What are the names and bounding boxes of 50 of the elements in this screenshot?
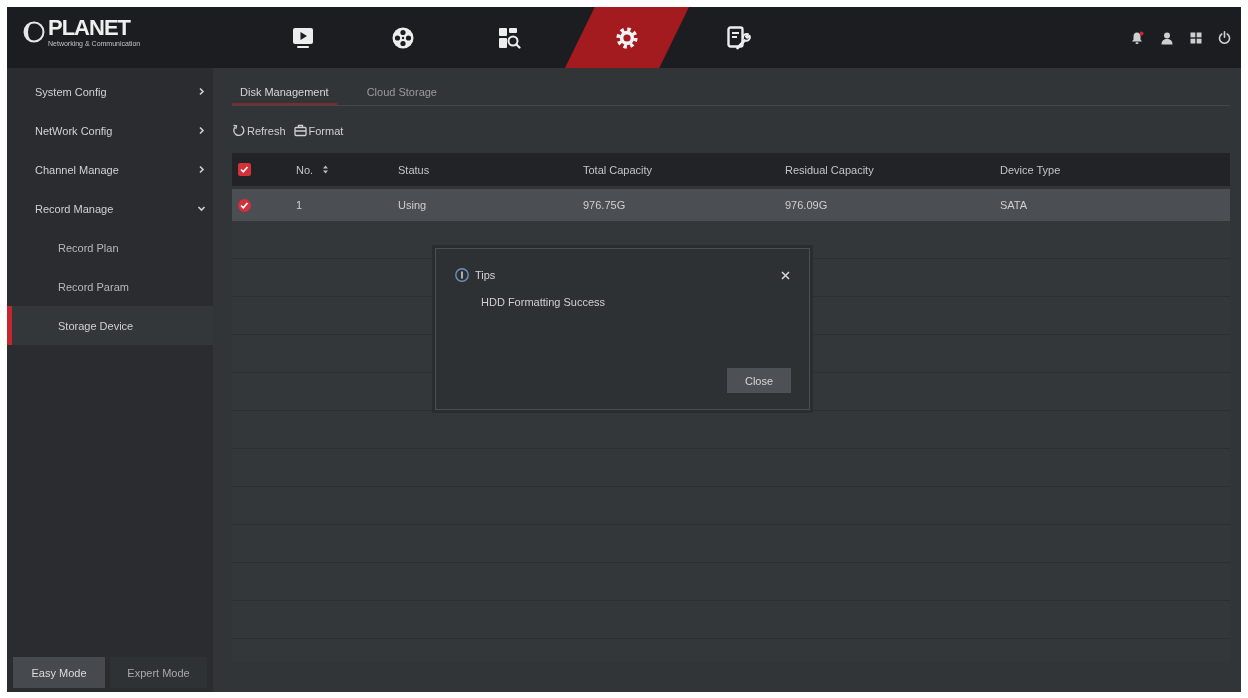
film-reel-icon xyxy=(391,25,415,50)
user-icon[interactable] xyxy=(1160,30,1174,45)
dialog-message: HDD Formatting Success xyxy=(480,296,607,308)
power-icon[interactable] xyxy=(1218,31,1231,44)
format-button[interactable]: Format xyxy=(293,122,344,139)
sidebar-item-label: Channel Manage xyxy=(35,163,120,176)
sidebar-subitem[interactable]: Record Param xyxy=(7,267,213,306)
column-header: Total Capacity xyxy=(583,163,653,176)
sidebar-item[interactable]: Record Manage xyxy=(7,189,213,228)
close-button[interactable] xyxy=(779,269,791,281)
column-header: Residual Capacity xyxy=(785,163,874,176)
column-header: No. xyxy=(296,163,314,176)
sidebar-item[interactable]: Channel Manage xyxy=(7,150,213,189)
sidebar-item-label: Record Manage xyxy=(35,202,115,215)
column-header: Device Type xyxy=(1000,163,1061,176)
checkbox-checked-icon[interactable] xyxy=(238,198,251,212)
close-dialog-button[interactable]: Close xyxy=(727,368,791,393)
briefcase-icon xyxy=(293,124,307,137)
sidebar-subitem[interactable]: Storage Device xyxy=(7,306,213,345)
info-icon xyxy=(455,268,469,282)
table-cell: SATA xyxy=(1000,199,1028,211)
checkbox-checked-icon[interactable] xyxy=(238,163,251,176)
sidebar-subitem[interactable]: Record Plan xyxy=(7,228,213,267)
logo-text: PLANET xyxy=(48,17,132,39)
column-header: Status xyxy=(398,163,430,176)
table-cell: 976.75G xyxy=(583,199,626,211)
table-cell: Using xyxy=(398,199,427,211)
tab[interactable]: Disk Management xyxy=(232,80,337,105)
mode-button[interactable]: Easy Mode xyxy=(13,657,105,688)
settings-icon xyxy=(615,25,639,50)
sidebar-item-label: System Config xyxy=(35,85,108,98)
dialog-title: Tips xyxy=(475,269,497,281)
mode-button[interactable]: Expert Mode xyxy=(110,657,207,688)
bell-icon[interactable] xyxy=(1130,30,1144,45)
refresh-button[interactable]: Refresh xyxy=(232,122,286,139)
grid-search-icon xyxy=(497,25,521,50)
grid-icon[interactable] xyxy=(1190,31,1202,44)
refresh-icon xyxy=(232,124,245,137)
sidebar-item[interactable]: System Config xyxy=(7,72,213,111)
document-wrench-icon xyxy=(727,25,751,50)
close-icon xyxy=(780,270,790,280)
table-cell: 976.09G xyxy=(785,199,828,211)
sort-icon[interactable] xyxy=(322,165,330,174)
table-cell: 1 xyxy=(296,199,303,211)
circle-logo-icon xyxy=(23,21,45,43)
tab[interactable]: Cloud Storage xyxy=(358,80,445,105)
monitor-play-icon xyxy=(291,25,315,50)
sidebar-item-label: NetWork Config xyxy=(35,124,114,137)
table-row[interactable]: 1 Using 976.75G 976.09G SATA xyxy=(232,189,1230,221)
sidebar-item[interactable]: NetWork Config xyxy=(7,111,213,150)
